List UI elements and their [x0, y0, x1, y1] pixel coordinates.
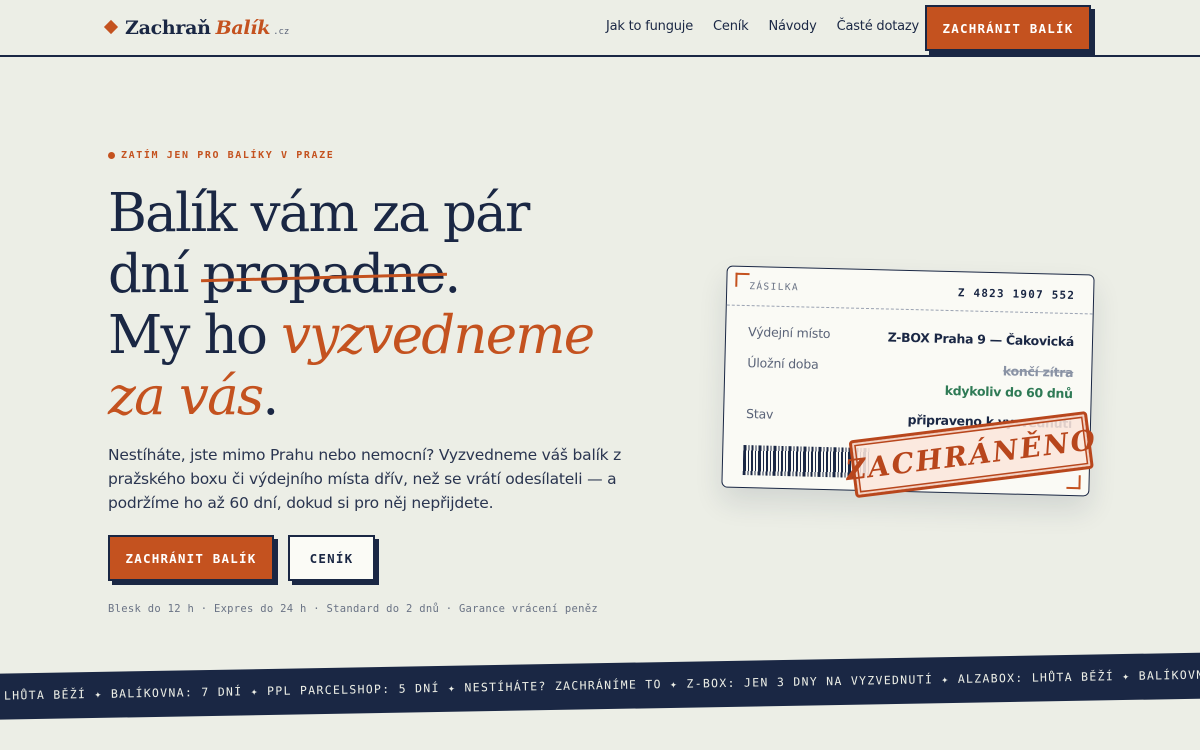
headline-line-4: za vás. [108, 366, 668, 427]
headline-accent-1: vyzvedneme [281, 305, 595, 366]
headline-line-2: dní propadne. [108, 244, 668, 305]
hero-lede: Nestíháte, jste mimo Prahu nebo nemocní?… [108, 446, 622, 512]
headline-line-4-post: . [262, 366, 279, 427]
corner-mark-icon [1066, 474, 1081, 490]
hero-eyebrow: ZATÍM JEN PRO BALÍKY V PRAZE [108, 150, 334, 161]
logo-tld: .cz [273, 27, 290, 37]
ticker-text: LHŮTA BĚŽÍ ✦ BALÍKOVNA: 7 DNÍ ✦ PPL PARC… [3, 666, 1200, 703]
dot-icon [108, 152, 115, 159]
headline-line-1: Balík vám za pár [108, 183, 530, 244]
pickup-label: Výdejní místo [747, 324, 831, 342]
diamond-icon [103, 19, 119, 35]
header-cta-button[interactable]: ZACHRÁNIT BALÍK [925, 5, 1091, 51]
headline-line-3: My ho vyzvedneme [108, 305, 668, 366]
nav-link-guides[interactable]: Návody [768, 19, 816, 34]
service-tiers: Blesk do 12 h · Expres do 24 h · Standar… [108, 603, 598, 615]
nav-link-faq[interactable]: Časté dotazy [837, 19, 920, 34]
headline-struck-word: propadne [202, 244, 447, 305]
hero-pricing-button[interactable]: CENÍK [288, 535, 375, 581]
logo-word-2: Balík [215, 17, 271, 39]
parcel-ticket: ZÁSILKA Z 4823 1907 552 Výdejní místo Z-… [721, 265, 1099, 499]
main-nav: Jak to funguje Ceník Návody Časté dotazy [606, 19, 919, 34]
deadline-ticker: LHŮTA BĚŽÍ ✦ BALÍKOVNA: 7 DNÍ ✦ PPL PARC… [0, 652, 1200, 720]
ticket-label: ZÁSILKA [749, 281, 800, 294]
logo[interactable]: Zachraň Balík .cz [103, 17, 290, 39]
storage-new-value: kdykoliv do 60 dnů [944, 382, 1073, 402]
eyebrow-text: ZATÍM JEN PRO BALÍKY V PRAZE [121, 150, 335, 161]
nav-link-pricing[interactable]: Ceník [713, 19, 749, 34]
stamp-text: ZACHRÁNĚNO [843, 422, 1099, 487]
nav-link-how-it-works[interactable]: Jak to funguje [606, 19, 693, 34]
hero-headline: Balík vám za pár dní propadne. My ho vyz… [108, 183, 668, 427]
ticket-code: Z 4823 1907 552 [957, 286, 1076, 303]
ticket-card: ZÁSILKA Z 4823 1907 552 Výdejní místo Z-… [721, 265, 1099, 499]
storage-label: Úložní doba [747, 355, 819, 372]
headline-line-2-pre: dní [108, 244, 203, 305]
hero-primary-button[interactable]: ZACHRÁNIT BALÍK [108, 535, 274, 581]
storage-old-value: končí zítra [1002, 363, 1074, 381]
ticket-divider [726, 304, 1093, 315]
pickup-value: Z-BOX Praha 9 — Čakovická [887, 329, 1075, 350]
corner-mark-icon [735, 272, 750, 288]
site-header: Zachraň Balík .cz Jak to funguje Ceník N… [0, 0, 1200, 57]
status-label: Stav [745, 406, 774, 422]
logo-word-1: Zachraň [125, 17, 211, 39]
headline-accent-2: za vás [108, 366, 264, 427]
headline-line-3-pre: My ho [108, 305, 282, 366]
